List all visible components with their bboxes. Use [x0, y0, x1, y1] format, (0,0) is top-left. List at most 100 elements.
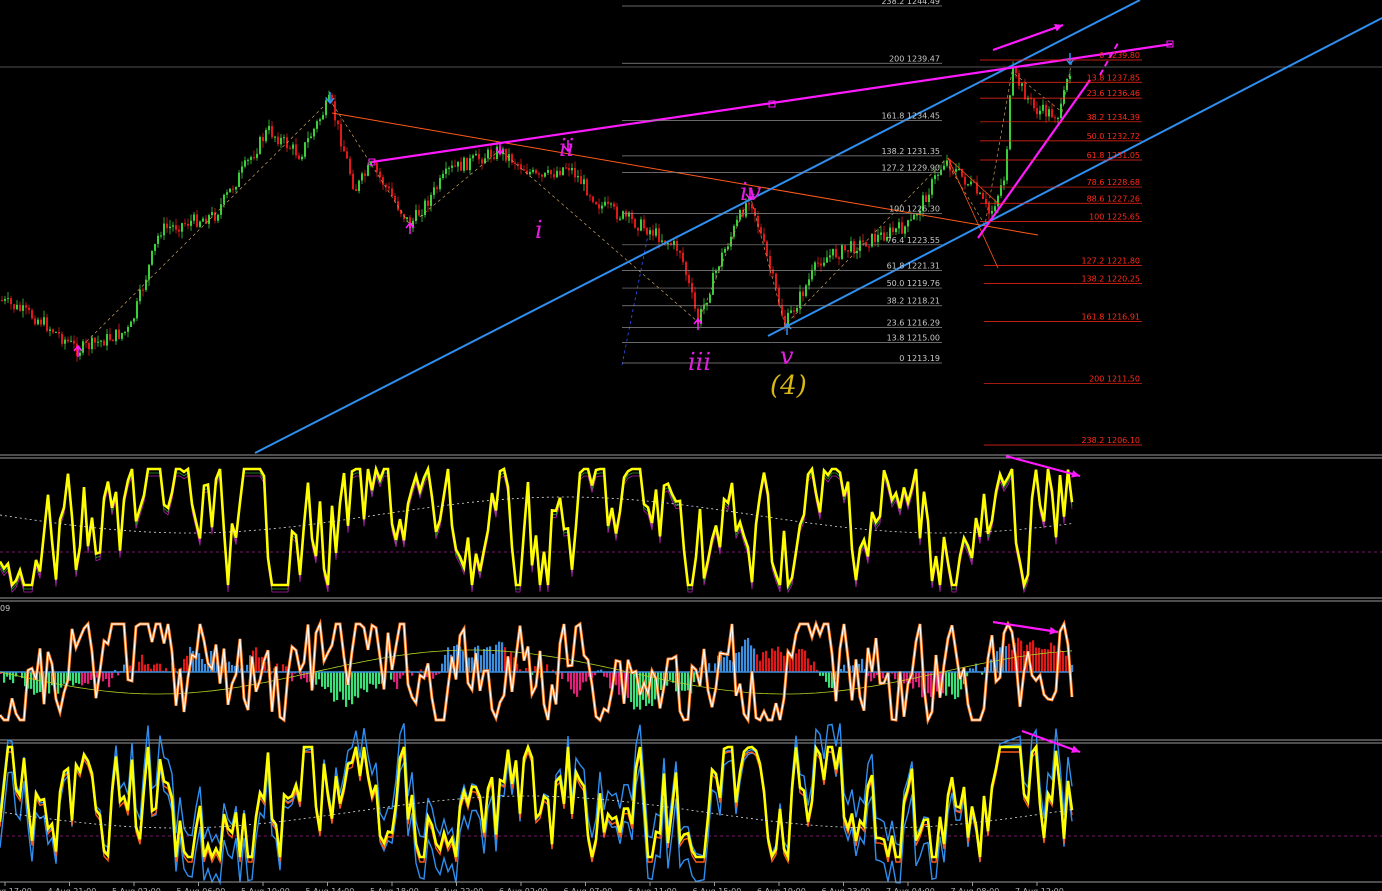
histogram-bar	[915, 672, 918, 683]
candle-body	[574, 167, 576, 178]
histogram-bar	[681, 672, 684, 691]
candle-body	[925, 195, 927, 203]
histogram-bar	[873, 672, 876, 679]
histogram-bar	[741, 646, 744, 672]
candle-body	[178, 229, 180, 232]
candle-body	[868, 246, 870, 248]
candle-body	[586, 179, 588, 196]
candle-body	[16, 304, 18, 310]
candle-body	[706, 302, 708, 305]
histogram-bar	[30, 672, 33, 689]
histogram-bar	[315, 672, 318, 685]
candle-body	[82, 341, 84, 353]
candle-body	[679, 250, 681, 253]
orange-short-line	[947, 157, 999, 269]
candle-body	[1024, 83, 1026, 100]
histogram-bar	[774, 650, 777, 672]
candle-body	[877, 234, 879, 242]
candle-body	[685, 262, 687, 275]
candle-body	[229, 188, 231, 193]
candle-body	[538, 173, 540, 175]
candle-body	[94, 337, 96, 343]
candle-body	[1060, 103, 1062, 119]
histogram-bar	[498, 641, 501, 672]
histogram-bar	[762, 652, 765, 672]
candle-body	[514, 162, 516, 165]
histogram-bar	[750, 645, 753, 672]
histogram-bar	[660, 672, 663, 691]
candle-body	[241, 166, 243, 173]
candle-body	[982, 192, 984, 199]
candle-body	[301, 156, 303, 160]
histogram-bar	[843, 664, 846, 672]
candle-body	[193, 214, 195, 221]
candle-body	[460, 161, 462, 171]
candle-body	[805, 285, 807, 297]
candle-body	[256, 153, 258, 158]
histogram-bar	[693, 672, 696, 683]
candle-body	[466, 157, 468, 171]
candle-body	[1015, 67, 1017, 74]
candle-body	[655, 228, 657, 236]
histogram-bar	[948, 672, 951, 687]
candle-body	[616, 206, 618, 220]
histogram-bar	[201, 659, 204, 672]
candle-body	[127, 326, 129, 332]
histogram-bar	[330, 672, 333, 693]
histogram-bar	[951, 672, 954, 695]
histogram-bar	[147, 663, 150, 672]
histogram-bar	[768, 658, 771, 672]
candle-body	[928, 194, 930, 203]
candle-body	[796, 308, 798, 312]
osc3-divergence-arrow-head	[1071, 745, 1080, 753]
candle-body	[235, 186, 237, 190]
candle-body	[454, 165, 456, 167]
histogram-bar	[1011, 649, 1014, 672]
candle-body	[145, 279, 147, 291]
candle-body	[88, 342, 90, 350]
candle-body	[91, 337, 93, 350]
candle-body	[277, 136, 279, 145]
candle-body	[682, 252, 684, 263]
candle-body	[505, 148, 507, 161]
histogram-bar	[795, 653, 798, 672]
candle-body	[181, 223, 183, 232]
wave-label-i: i	[535, 216, 543, 244]
candle-body	[469, 158, 471, 171]
histogram-bar	[903, 672, 906, 684]
candle-body	[325, 100, 327, 116]
histogram-bar	[231, 664, 234, 672]
candle-body	[313, 128, 315, 137]
candle-body	[1039, 110, 1041, 115]
candle-body	[583, 179, 585, 185]
histogram-bar	[1041, 649, 1044, 672]
candle-body	[652, 230, 654, 236]
candle-body	[109, 334, 111, 340]
candle-body	[1033, 99, 1035, 109]
candle-body	[298, 155, 300, 160]
histogram-bar	[105, 672, 108, 679]
candle-body	[121, 332, 123, 339]
candle-body	[391, 188, 393, 197]
candle-body	[994, 206, 996, 211]
candle-body	[598, 204, 600, 209]
candle-body	[31, 310, 33, 319]
candle-body	[775, 273, 777, 289]
candle-body	[427, 200, 429, 206]
histogram-bar	[1050, 642, 1053, 672]
histogram-bar	[153, 664, 156, 672]
candle-body	[358, 180, 360, 192]
candle-body	[760, 227, 762, 234]
candle-body	[610, 203, 612, 205]
candle-body	[991, 210, 993, 214]
candle-body	[640, 219, 642, 231]
histogram-bar	[90, 672, 93, 681]
candle-body	[97, 341, 99, 343]
time-tick-label: 4 Aug 21:00	[48, 887, 97, 891]
histogram-bar	[585, 672, 588, 682]
candle-body	[307, 138, 309, 143]
candle-body	[694, 292, 696, 309]
candle-body	[13, 304, 15, 310]
histogram-bar	[669, 672, 672, 680]
candle-body	[838, 257, 840, 259]
